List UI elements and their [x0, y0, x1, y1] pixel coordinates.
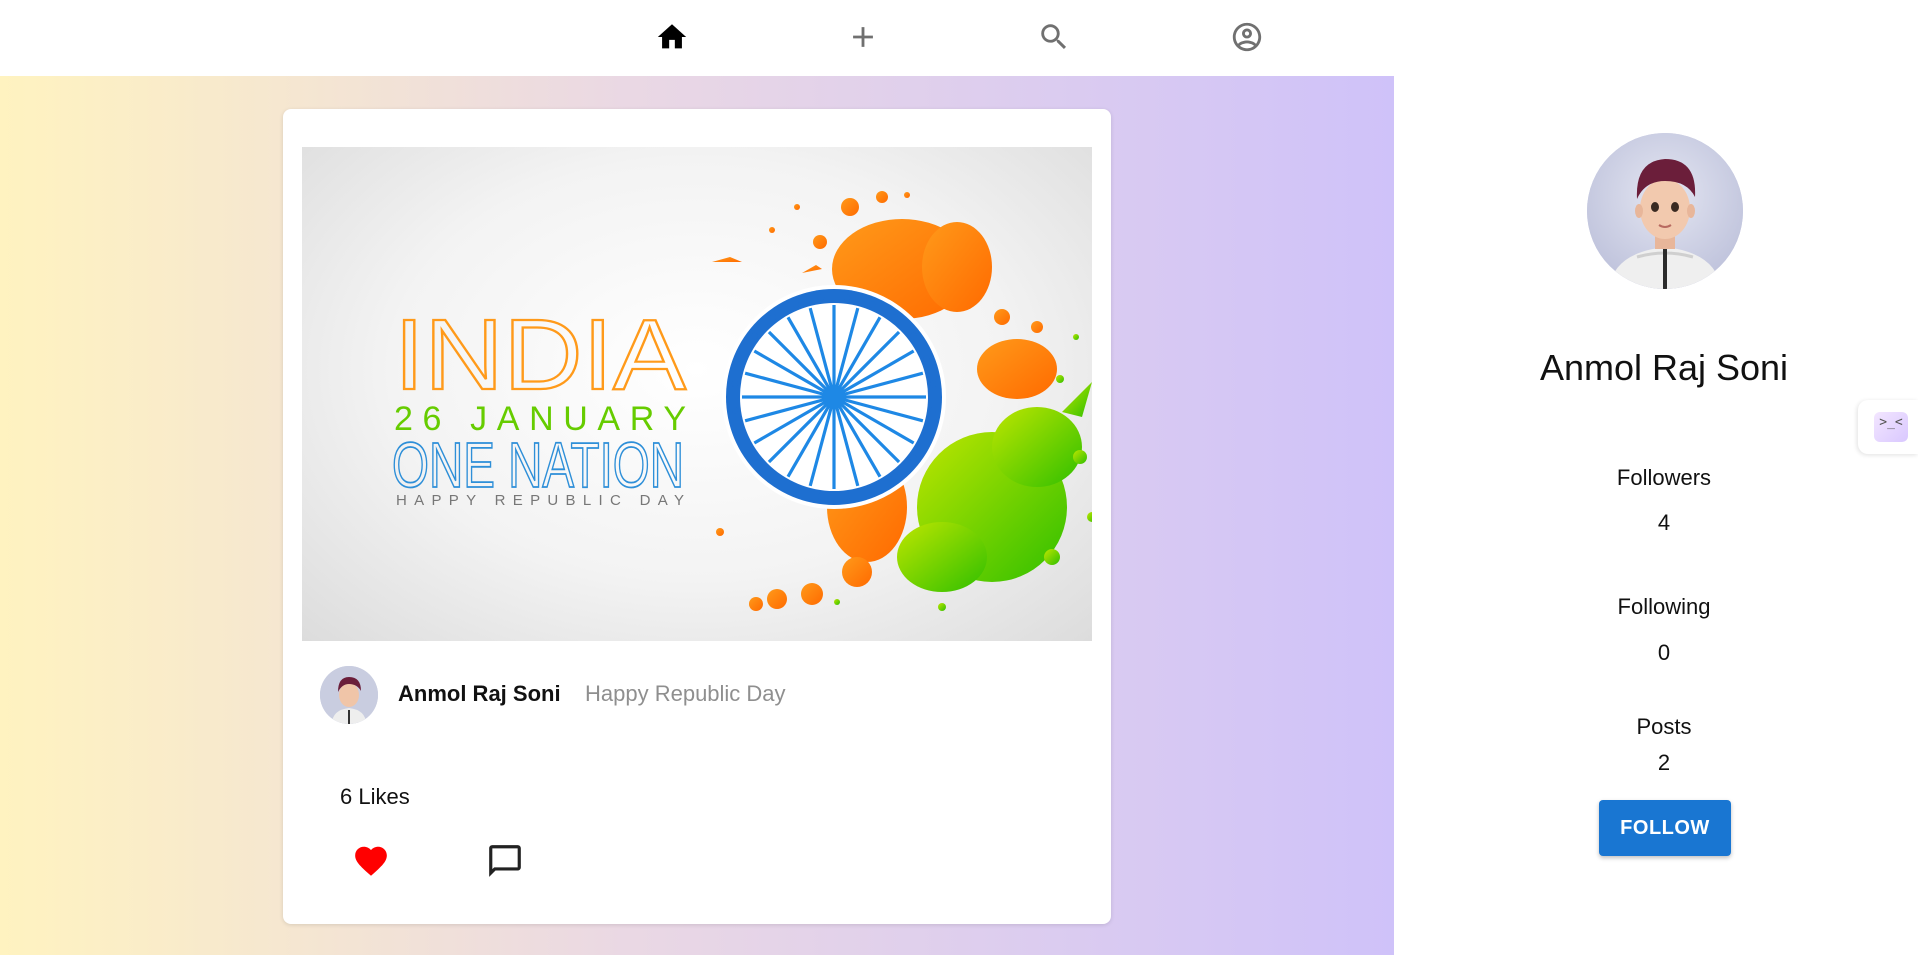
- home-nav-button[interactable]: [652, 17, 692, 57]
- search-icon: [1041, 24, 1067, 50]
- chakra-rim-dot: [869, 301, 876, 308]
- banner-headline: ONE NATION: [392, 429, 684, 501]
- feed-area[interactable]: INDIA 26 JANUARY ONE NATION HAPPY REPUBL…: [0, 76, 1394, 955]
- follow-button[interactable]: FOLLOW: [1599, 800, 1731, 856]
- ashoka-chakra: [722, 285, 946, 509]
- following-count: 0: [1657, 640, 1671, 665]
- chakra-rim-dot: [891, 314, 899, 321]
- post-image[interactable]: INDIA 26 JANUARY ONE NATION HAPPY REPUBL…: [302, 147, 1092, 641]
- side-extension-tab[interactable]: >_<: [1858, 400, 1918, 454]
- chakra-rim-dot: [929, 380, 937, 388]
- heart-icon: [355, 846, 387, 876]
- republic-day-banner: INDIA 26 JANUARY ONE NATION HAPPY REPUBL…: [391, 191, 1092, 611]
- post-caption: Happy Republic Day: [585, 681, 786, 706]
- chakra-rim-dot: [910, 454, 917, 462]
- post-author-name[interactable]: Anmol Raj Soni: [398, 676, 561, 712]
- comment-icon: [489, 845, 521, 877]
- posts-count: 2: [1657, 750, 1671, 775]
- chakra-rim-dot: [891, 473, 899, 480]
- chakra-rim-dot: [769, 473, 777, 480]
- banner-title: INDIA: [394, 299, 686, 411]
- account-circle-icon: [1232, 22, 1262, 52]
- banner-tagline: HAPPY REPUBLIC DAY: [396, 492, 684, 509]
- profile-nav-button[interactable]: [1227, 17, 1267, 57]
- add-post-nav-button[interactable]: [843, 17, 883, 57]
- like-button[interactable]: [352, 842, 390, 880]
- author-avatar[interactable]: [320, 666, 378, 724]
- chakra-rim-dot: [792, 486, 799, 493]
- chakra-rim-dot: [792, 301, 799, 308]
- profile-name: Anmol Raj Soni: [1539, 347, 1789, 388]
- chakra-rim-dot: [769, 314, 777, 321]
- following-label: Following: [1617, 594, 1711, 619]
- likes-count: 6 Likes: [340, 784, 410, 809]
- chakra-rim-dot: [751, 454, 758, 462]
- chakra-rim-dot: [738, 432, 745, 439]
- posts-label: Posts: [1636, 714, 1692, 739]
- top-nav-bar: [0, 0, 1394, 76]
- chakra-rim-dot: [731, 380, 739, 388]
- chakra-rim-dot: [929, 406, 937, 414]
- post-card: INDIA 26 JANUARY ONE NATION HAPPY REPUBL…: [283, 109, 1111, 924]
- followers-label: Followers: [1616, 465, 1712, 490]
- extension-icon: >_<: [1874, 412, 1908, 442]
- plus-icon: [853, 27, 873, 47]
- chakra-rim-dot: [923, 432, 930, 439]
- chakra-rim-dot: [738, 355, 745, 362]
- chakra-rim-dot: [751, 332, 758, 340]
- chakra-rim-dot: [923, 355, 930, 362]
- comment-button[interactable]: [486, 842, 524, 880]
- profile-panel: Anmol Raj Soni Followers 4 Following 0 P…: [1394, 0, 1918, 955]
- chakra-rim-dot: [817, 492, 825, 500]
- followers-count: 4: [1657, 510, 1671, 535]
- chakra-rim-dot: [843, 294, 851, 302]
- chakra-rim-dot: [869, 486, 876, 493]
- home-icon: [657, 24, 687, 49]
- chakra-rim-dot: [731, 406, 739, 414]
- chakra-rim-dot: [817, 294, 825, 302]
- profile-avatar: [1587, 133, 1743, 289]
- search-nav-button[interactable]: [1034, 17, 1074, 57]
- chakra-rim-dot: [843, 492, 851, 500]
- chakra-rim-dot: [910, 332, 917, 340]
